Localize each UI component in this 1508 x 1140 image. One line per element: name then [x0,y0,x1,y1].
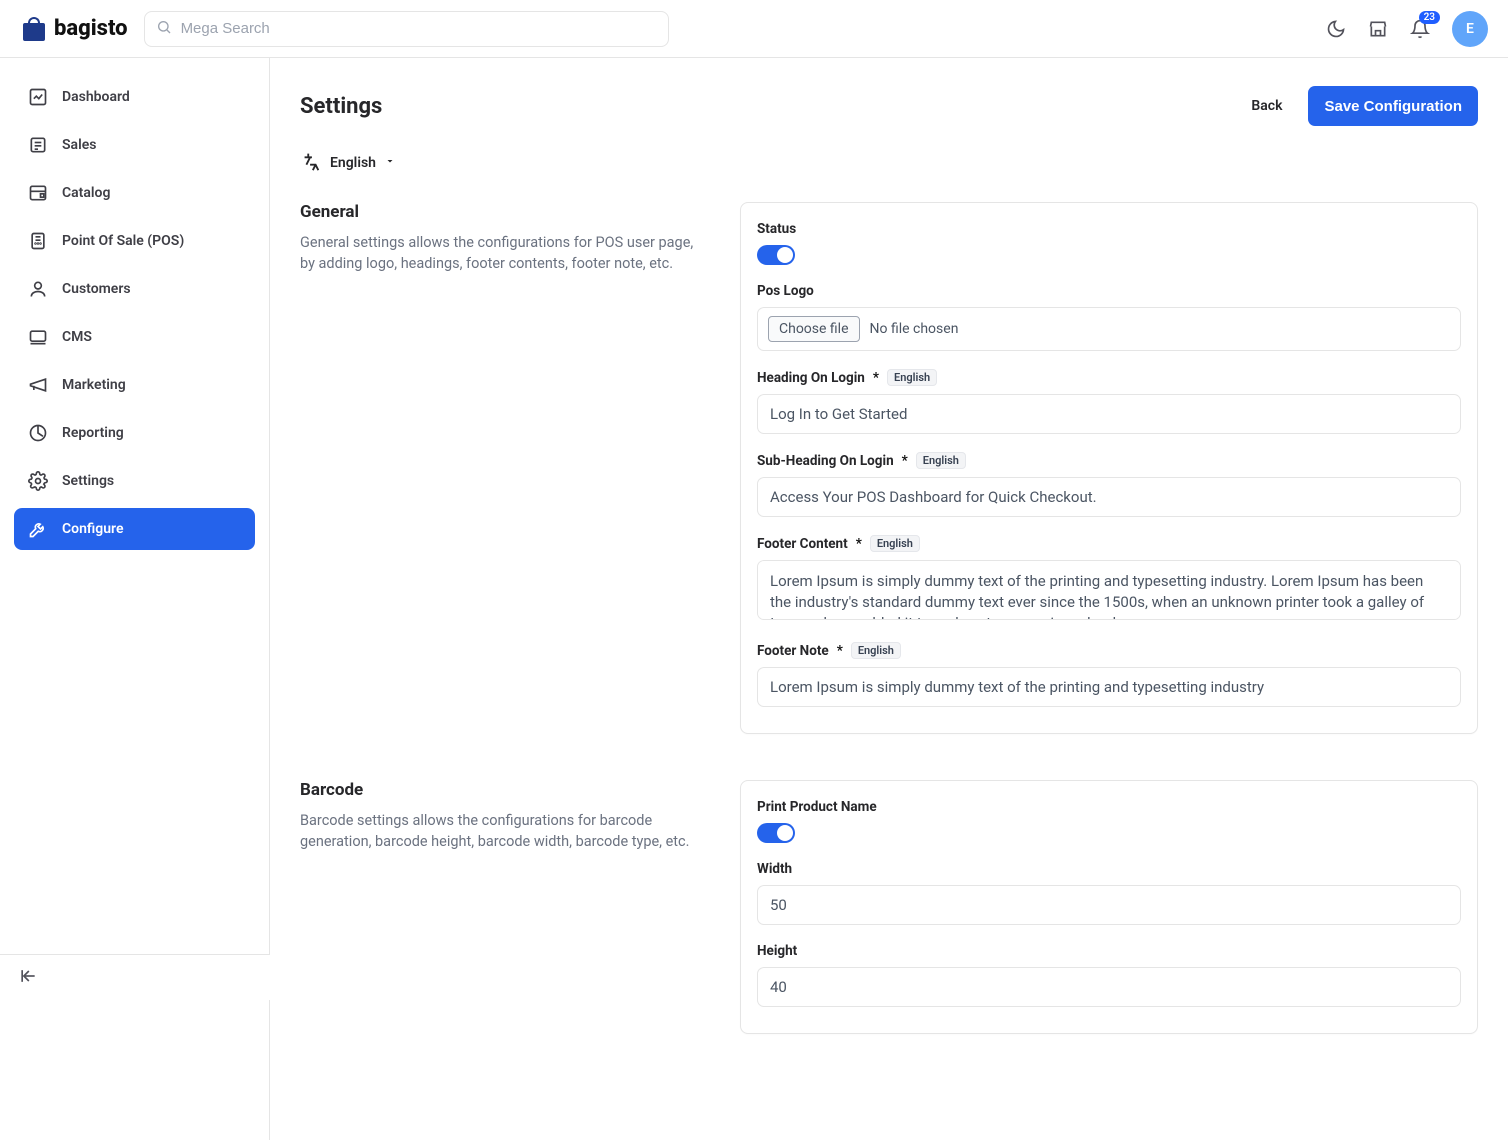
pos-logo-label: Pos Logo [757,283,1461,299]
section-barcode: Barcode Barcode settings allows the conf… [300,780,1478,1034]
marketing-icon [28,375,48,395]
catalog-icon [28,183,48,203]
status-toggle[interactable] [757,245,795,265]
chevron-down-icon [384,155,396,171]
footer-content-textarea[interactable] [757,560,1461,620]
barcode-desc: Barcode settings allows the configuratio… [300,810,700,852]
print-product-name-label: Print Product Name [757,799,1461,815]
sidebar-item-label: Point Of Sale (POS) [62,233,184,249]
sidebar-item-label: Reporting [62,425,124,441]
lang-tag: English [916,452,966,469]
sidebar-collapse-icon[interactable] [18,966,38,990]
required-marker: * [902,453,908,469]
settings-icon [28,471,48,491]
sidebar-item-label: Marketing [62,377,126,393]
required-marker: * [873,370,879,386]
save-configuration-button[interactable]: Save Configuration [1308,86,1478,126]
subheading-on-login-label: Sub-Heading On Login [757,453,894,469]
general-heading: General [300,202,700,222]
status-label: Status [757,221,1461,237]
search-input[interactable] [144,11,669,47]
file-chosen-text: No file chosen [870,321,959,337]
cms-icon [28,327,48,347]
lang-tag: English [887,369,937,386]
pos-logo-file[interactable]: Choose file No file chosen [757,307,1461,351]
notifications-icon[interactable]: 23 [1410,19,1430,39]
dashboard-icon [28,87,48,107]
sidebar-item-sales[interactable]: Sales [14,124,255,166]
general-desc: General settings allows the configuratio… [300,232,700,274]
sidebar-item-settings[interactable]: Settings [14,460,255,502]
store-icon[interactable] [1368,19,1388,39]
barcode-width-input[interactable] [757,885,1461,925]
header: bagisto 23 E [0,0,1508,58]
notifications-badge: 23 [1419,11,1440,24]
sidebar-item-label: Settings [62,473,114,489]
required-marker: * [837,643,843,659]
sidebar-item-catalog[interactable]: Catalog [14,172,255,214]
translate-icon [300,150,322,176]
sidebar-item-label: Customers [62,281,131,297]
pos-icon [28,231,48,251]
customers-icon [28,279,48,299]
brand-name: bagisto [54,16,128,41]
general-card: Status Pos Logo Choose file No file chos… [740,202,1478,734]
barcode-heading: Barcode [300,780,700,800]
heading-on-login-input[interactable] [757,394,1461,434]
avatar[interactable]: E [1452,11,1488,47]
sidebar-item-label: Catalog [62,185,110,201]
sidebar-item-label: Sales [62,137,96,153]
choose-file-button[interactable]: Choose file [768,316,860,342]
language-selector[interactable]: English [300,150,1478,176]
search-wrapper [144,11,669,47]
print-product-name-toggle[interactable] [757,823,795,843]
sidebar-item-label: CMS [62,329,92,345]
barcode-card: Print Product Name Width Height [740,780,1478,1034]
section-general: General General settings allows the conf… [300,202,1478,734]
dark-mode-icon[interactable] [1326,19,1346,39]
configure-icon [28,519,48,539]
back-link[interactable]: Back [1251,98,1282,114]
language-label: English [330,155,376,171]
sidebar-item-cms[interactable]: CMS [14,316,255,358]
footer-note-input[interactable] [757,667,1461,707]
footer-content-label: Footer Content [757,536,848,552]
sidebar-item-marketing[interactable]: Marketing [14,364,255,406]
brand-logo[interactable]: bagisto [20,16,128,41]
barcode-height-label: Height [757,943,1461,959]
header-actions: 23 E [1326,11,1488,47]
sidebar-item-reporting[interactable]: Reporting [14,412,255,454]
sidebar-bottom-bar [0,954,270,1000]
footer-note-label: Footer Note [757,643,829,659]
lang-tag: English [870,535,920,552]
sidebar-item-pos[interactable]: Point Of Sale (POS) [14,220,255,262]
sidebar-item-configure[interactable]: Configure [14,508,255,550]
barcode-height-input[interactable] [757,967,1461,1007]
lang-tag: English [851,642,901,659]
subheading-on-login-input[interactable] [757,477,1461,517]
page-title: Settings [300,94,382,119]
brand-logo-icon [20,17,48,41]
sidebar-item-label: Configure [62,521,123,537]
reporting-icon [28,423,48,443]
sales-icon [28,135,48,155]
sidebar-item-customers[interactable]: Customers [14,268,255,310]
search-icon [156,19,172,39]
main-content: Settings Back Save Configuration English… [270,58,1508,1140]
sidebar-item-dashboard[interactable]: Dashboard [14,76,255,118]
sidebar-item-label: Dashboard [62,89,130,105]
required-marker: * [856,536,862,552]
heading-on-login-label: Heading On Login [757,370,865,386]
barcode-width-label: Width [757,861,1461,877]
